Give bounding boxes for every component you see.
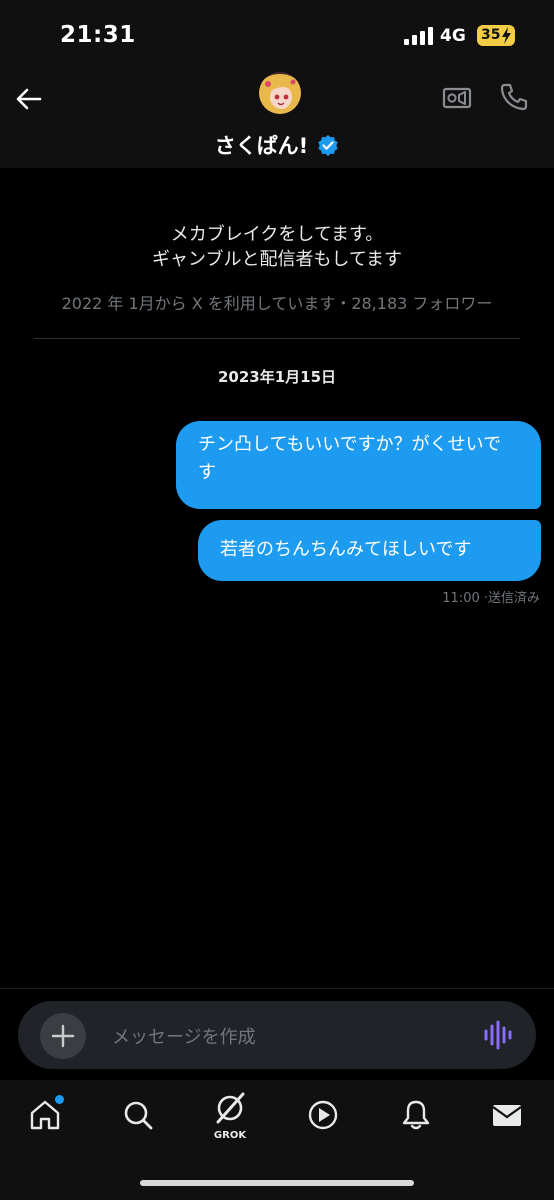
tab-grok[interactable]: GROK xyxy=(212,1092,248,1141)
grok-label: GROK xyxy=(213,1130,247,1141)
phone-icon[interactable] xyxy=(499,82,529,112)
video-play-icon[interactable] xyxy=(306,1098,340,1132)
date-separator: 2023年1月15日 xyxy=(217,368,337,386)
envelope-icon[interactable] xyxy=(490,1098,524,1132)
name-row[interactable]: さくぱん! xyxy=(0,130,554,160)
message-input[interactable]: メッセージを作成 xyxy=(112,1023,256,1049)
plus-icon xyxy=(51,1024,75,1048)
home-notification-dot xyxy=(55,1095,64,1104)
video-call-icon[interactable] xyxy=(442,84,472,112)
back-arrow-icon[interactable] xyxy=(14,84,44,114)
verified-badge-icon xyxy=(318,135,338,156)
display-name: さくぱん! xyxy=(214,134,309,158)
grok-icon xyxy=(216,1092,245,1124)
avatar[interactable] xyxy=(259,72,301,114)
divider xyxy=(34,338,520,339)
message-bubble-sent[interactable]: 若者のちんちんみてほしいです xyxy=(198,520,541,581)
battery-level: 35 xyxy=(481,27,501,43)
status-time: 21:31 xyxy=(60,22,136,48)
status-bar: 21:31 4G 35 xyxy=(0,0,554,70)
signal-icon xyxy=(404,27,433,45)
network-type: 4G xyxy=(440,26,466,46)
search-icon[interactable] xyxy=(121,1098,155,1132)
message-composer[interactable]: メッセージを作成 xyxy=(18,1001,536,1069)
message-status: 11:00 ·送信済み xyxy=(442,591,540,606)
profile-meta: 2022 年 1月から X を利用しています・28,183 フォロワー xyxy=(61,294,493,313)
charging-bolt-icon xyxy=(502,27,511,44)
message-bubble-sent[interactable]: チン凸してもいいですか？がくせいです xyxy=(176,421,541,509)
conversation-header: さくぱん! xyxy=(0,70,554,168)
profile-bio: メカブレイクをしてます。 ギャンブルと配信者もしてます xyxy=(0,222,554,272)
add-media-button[interactable] xyxy=(40,1013,86,1059)
bell-icon[interactable] xyxy=(399,1098,433,1132)
bio-line-1: メカブレイクをしてます。 xyxy=(170,224,384,245)
avatar-image xyxy=(259,72,301,114)
composer-area: メッセージを作成 xyxy=(0,988,554,1080)
bio-line-2: ギャンブルと配信者もしてます xyxy=(151,249,403,270)
voice-wave-icon[interactable] xyxy=(482,1019,514,1051)
home-indicator xyxy=(140,1180,414,1186)
battery-indicator: 35 xyxy=(477,25,515,46)
